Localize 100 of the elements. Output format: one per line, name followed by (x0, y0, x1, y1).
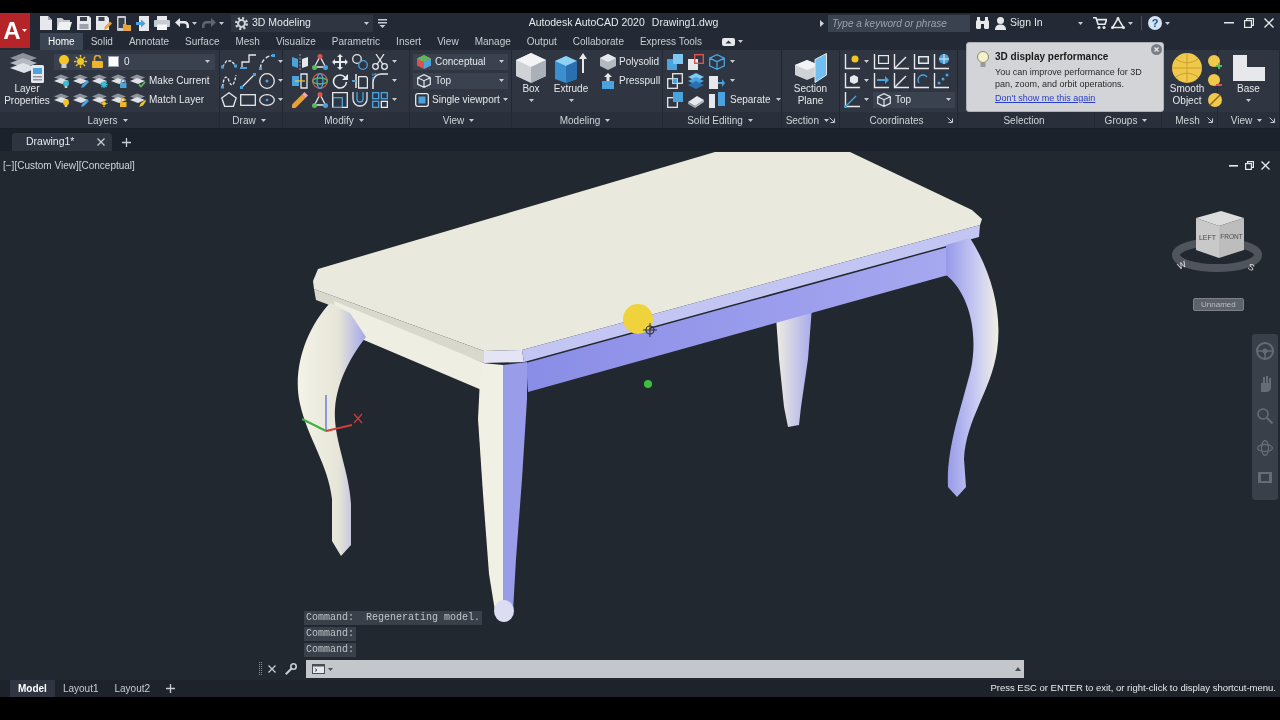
layer-unlock-icon[interactable] (111, 92, 127, 107)
circle-icon[interactable] (259, 72, 275, 89)
caret-icon[interactable] (864, 60, 869, 63)
ucs-view-dropdown[interactable]: Top (873, 91, 955, 108)
layout-tab[interactable]: Model (10, 680, 55, 697)
layer-bulb-icon[interactable] (54, 73, 70, 88)
pencil-icon[interactable] (292, 91, 308, 108)
ucs-panel-icon[interactable] (873, 53, 889, 70)
ucs-rotate-icon[interactable] (913, 72, 929, 89)
layer-dropdown[interactable]: 0 (54, 53, 215, 70)
layout-tab[interactable]: Layout2 (106, 680, 159, 697)
subtract-squares-icon[interactable] (688, 53, 704, 70)
corner-lines-icon[interactable] (240, 54, 256, 69)
caret-icon[interactable] (328, 667, 333, 671)
visual-style-dropdown[interactable]: Conceptual (413, 53, 508, 70)
undo-icon[interactable] (175, 18, 189, 28)
dont-show-again-link[interactable]: Don't show me this again (995, 92, 1096, 104)
sign-in-button[interactable]: Sign In (995, 15, 1083, 31)
caret-icon[interactable] (730, 60, 735, 63)
layer-pencil-icon[interactable] (73, 73, 89, 88)
grip-icon[interactable] (259, 662, 262, 676)
viewport-menu[interactable]: [Custom View] (14, 158, 79, 173)
rectangle-icon[interactable] (240, 93, 256, 106)
caret-icon[interactable] (775, 98, 781, 101)
intersect-squares-icon[interactable] (667, 72, 683, 89)
caret-icon[interactable] (392, 98, 397, 101)
circle-plus-icon[interactable] (1208, 54, 1222, 69)
caret-icon[interactable] (192, 21, 197, 25)
close-icon[interactable] (1264, 18, 1274, 28)
ribbon-tab[interactable]: Express Tools (631, 33, 711, 50)
caret-icon[interactable] (1015, 667, 1021, 671)
box-button[interactable]: Box (514, 52, 548, 112)
layer-properties-button[interactable]: Layer Properties (2, 52, 52, 112)
plus-icon[interactable] (166, 684, 176, 693)
ribbon-tab[interactable]: Collaborate (564, 33, 632, 50)
save-as-icon[interactable] (96, 16, 112, 30)
spline-icon[interactable] (221, 72, 237, 89)
ribbon-tab[interactable]: Visualize (267, 33, 324, 50)
launcher-icon[interactable] (1207, 117, 1213, 123)
plus-icon[interactable] (122, 137, 131, 147)
caret-icon[interactable] (747, 118, 753, 122)
compass-letter[interactable]: W (1175, 258, 1188, 272)
minimize-icon[interactable] (1229, 164, 1238, 167)
open-folder-icon[interactable] (57, 16, 72, 30)
layer-snowflake-icon[interactable] (92, 73, 108, 88)
layer-pencil-icon[interactable] (73, 92, 89, 107)
slashed-circle-icon[interactable] (1208, 92, 1222, 107)
caret-icon[interactable] (278, 79, 283, 82)
caret-icon[interactable] (864, 79, 869, 82)
caret-icon[interactable] (1165, 21, 1170, 25)
caret-icon[interactable] (738, 40, 744, 43)
wire-cube-icon[interactable] (709, 53, 725, 70)
overlapping-squares-icon[interactable] (667, 53, 683, 70)
layout-tab[interactable]: Layout1 (54, 680, 107, 697)
caret-icon[interactable] (1128, 21, 1133, 25)
section-plane-button[interactable]: Section Plane (785, 52, 836, 112)
ucs-arrow-icon[interactable] (873, 72, 889, 89)
close-circle-icon[interactable] (1151, 44, 1162, 55)
caret-icon[interactable] (358, 118, 364, 122)
layer-bulb-icon[interactable] (54, 92, 70, 107)
fillet-icon[interactable] (372, 72, 388, 89)
ring-sphere-icon[interactable] (312, 72, 328, 89)
caret-icon[interactable] (1142, 118, 1148, 122)
device-folder-icon[interactable] (117, 15, 131, 31)
ucs-origin-icon[interactable] (844, 91, 860, 108)
scissors-icon[interactable] (372, 53, 388, 70)
caret-icon[interactable] (278, 98, 283, 101)
workspace-dropdown[interactable]: 3D Modeling (231, 14, 373, 32)
restore-icon[interactable] (1244, 18, 1254, 28)
caret-icon[interactable] (122, 118, 128, 122)
list-caret-icon[interactable] (378, 18, 387, 28)
help-button[interactable]: ? (1148, 16, 1162, 30)
compass-letter[interactable]: S (1246, 261, 1257, 274)
ucs-globe-icon[interactable] (933, 53, 949, 70)
slab-stack-icon[interactable] (688, 72, 704, 89)
polysolid-button[interactable]: Polysolid (600, 53, 660, 70)
command-prompt-icon[interactable] (312, 664, 325, 674)
close-icon[interactable] (268, 665, 276, 673)
caret-icon[interactable] (824, 118, 829, 122)
caret-icon[interactable] (392, 79, 397, 82)
layer-lock-icon[interactable] (111, 73, 127, 88)
line-icon[interactable] (240, 72, 256, 89)
binoculars-icon[interactable] (976, 17, 989, 29)
close-icon[interactable] (1261, 161, 1270, 170)
ribbon-tab[interactable]: Insert (388, 33, 430, 50)
caret-icon[interactable] (392, 60, 397, 63)
ribbon-tab[interactable]: Manage (466, 33, 519, 50)
ucs-axes-icon[interactable] (893, 53, 909, 70)
panel-title[interactable]: Layers (87, 112, 118, 128)
launcher-icon[interactable] (1269, 117, 1275, 123)
polygon-icon[interactable] (221, 92, 237, 107)
scale-icon[interactable] (332, 91, 348, 108)
panel-toggle-icon[interactable] (722, 37, 736, 46)
make-current-button[interactable]: Make Current (130, 73, 210, 88)
launcher-icon[interactable] (829, 117, 835, 123)
ucs-bulb-icon[interactable] (844, 53, 860, 70)
triangle-nodes-icon[interactable] (312, 53, 328, 70)
ribbon-tab[interactable]: Solid (82, 33, 121, 50)
ribbon-tab[interactable]: Annotate (120, 33, 177, 50)
ucs-three-point-icon[interactable] (933, 72, 949, 89)
